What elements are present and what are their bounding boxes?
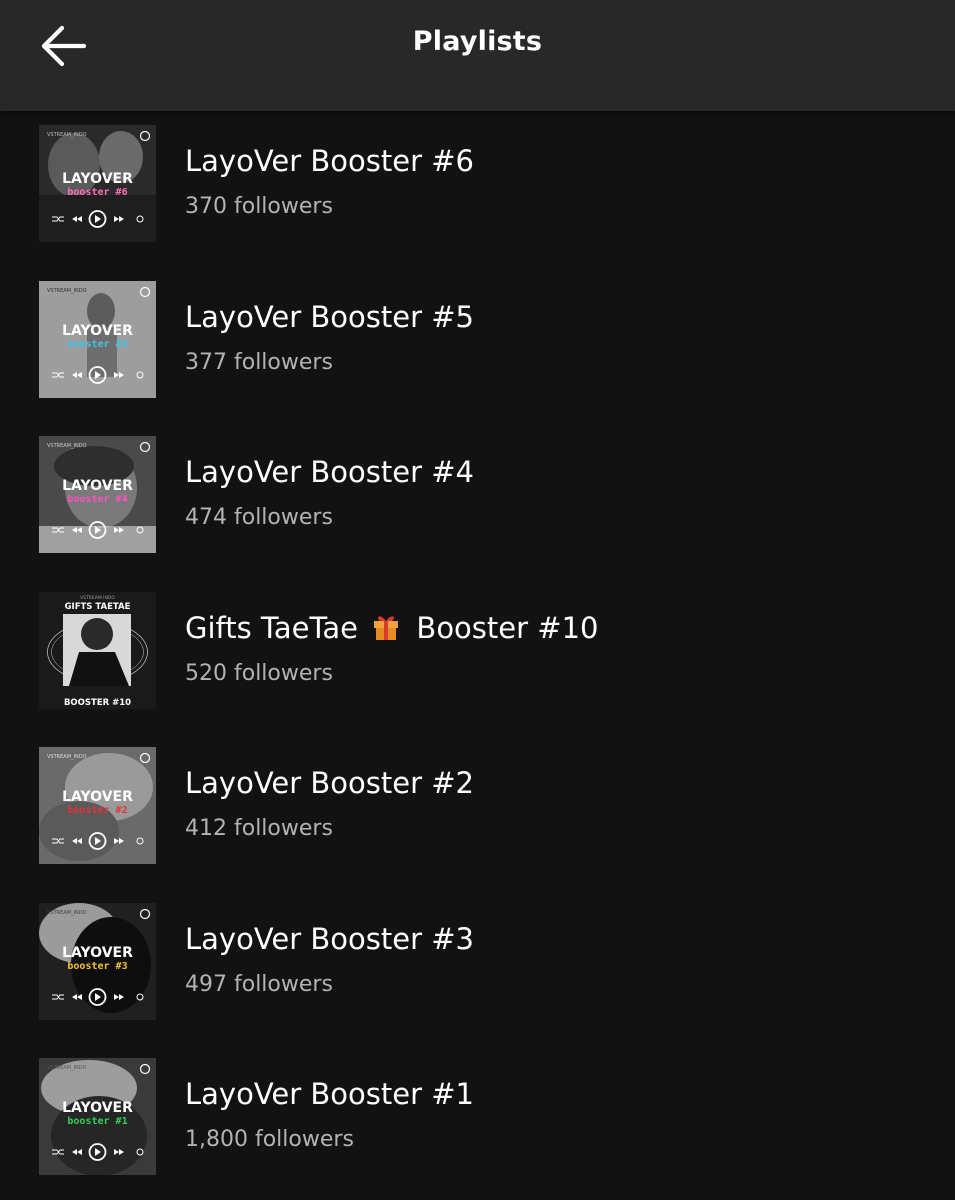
cover-heading: GIFTS TAETAE	[65, 602, 131, 612]
cover-brand: VSTREAM INDO	[80, 595, 115, 601]
playlist-cover: VSTREAM_INDO LAYOVER booster #3	[39, 902, 156, 1020]
cover-word: LAYOVER	[62, 478, 133, 494]
gift-icon	[371, 611, 401, 648]
cover-brand: VSTREAM_INDO	[47, 443, 87, 449]
page-title: Playlists	[412, 26, 543, 57]
playlist-cover: VSTREAM_INDO LAYOVER booster #2	[39, 747, 156, 864]
top-bar: Playlists	[0, 0, 955, 111]
playlist-followers: 474 followers	[185, 505, 333, 530]
playlist-title: Gifts TaeTae Booster #10	[185, 611, 598, 648]
playlist-title: LayoVer Booster #3	[185, 921, 474, 956]
playlist-followers: 412 followers	[185, 816, 333, 841]
cover-word: LAYOVER	[62, 1100, 133, 1116]
cover-brand: VSTREAM_INDO	[47, 754, 87, 760]
playlist-cover: VSTREAM INDO GIFTS TAETAE BOOSTER #10	[39, 591, 156, 709]
playlist-row[interactable]: VSTREAM_INDO LAYOVER booster #2 LayoVer …	[0, 733, 955, 864]
cover-word: LAYOVER	[62, 789, 133, 805]
playlist-followers: 497 followers	[185, 971, 333, 997]
playlist-followers: 1,800 followers	[185, 1127, 354, 1152]
playlist-cover: VSTREAM_INDO LAYOVER booster #6	[39, 125, 156, 242]
cover-tag: booster #1	[67, 1116, 127, 1127]
playlist-row[interactable]: VSTREAM_INDO LAYOVER booster #5 LayoVer …	[0, 267, 955, 398]
cover-brand: VSTREAM_INDO	[47, 288, 87, 294]
playlist-cover: VSTREAM_INDO LAYOVER booster #4	[39, 436, 156, 553]
cover-tag: booster #3	[67, 961, 127, 972]
playlist-followers: 370 followers	[185, 194, 333, 219]
playlist-cover: VSTREAM_INDO LAYOVER booster #1	[39, 1058, 156, 1175]
playlist-title-part: Booster #10	[416, 610, 599, 645]
cover-brand: VSTREAM_INDO	[47, 132, 87, 138]
playlist-row[interactable]: VSTREAM_INDO LAYOVER booster #3 LayoVer …	[0, 889, 955, 1020]
cover-word: LAYOVER	[62, 945, 133, 961]
playlist-cover: VSTREAM_INDO LAYOVER booster #5	[39, 280, 156, 398]
cover-tag: booster #6	[67, 187, 127, 198]
cover-word: LAYOVER	[62, 323, 133, 339]
cover-word: LAYOVER	[62, 171, 133, 187]
playlist-row[interactable]: VSTREAM_INDO LAYOVER booster #1 LayoVer …	[0, 1044, 955, 1175]
playlist-followers: 377 followers	[185, 349, 333, 375]
playlist-title: LayoVer Booster #1	[185, 1077, 474, 1111]
cover-tag: booster #5	[67, 339, 127, 350]
playlist-title-part: Gifts TaeTae	[185, 610, 358, 645]
cover-brand: VSTREAM_INDO	[47, 910, 87, 916]
cover-tag: booster #4	[67, 494, 127, 505]
playlist-row[interactable]: VSTREAM INDO GIFTS TAETAE BOOSTER #10 Gi…	[0, 578, 955, 709]
cover-footer: BOOSTER #10	[64, 698, 131, 708]
playlist-title: LayoVer Booster #5	[185, 299, 474, 334]
playlist-title: LayoVer Booster #6	[185, 144, 474, 178]
playlist-title: LayoVer Booster #2	[185, 766, 474, 800]
playlist-title: LayoVer Booster #4	[185, 455, 474, 489]
playlist-row[interactable]: VSTREAM_INDO LAYOVER booster #6 LayoVer …	[0, 111, 955, 242]
cover-brand: VSTREAM_INDO	[47, 1065, 87, 1071]
playlist-row[interactable]: VSTREAM_INDO LAYOVER booster #4 LayoVer …	[0, 422, 955, 553]
cover-tag: booster #2	[67, 805, 127, 816]
playlist-followers: 520 followers	[185, 660, 333, 686]
